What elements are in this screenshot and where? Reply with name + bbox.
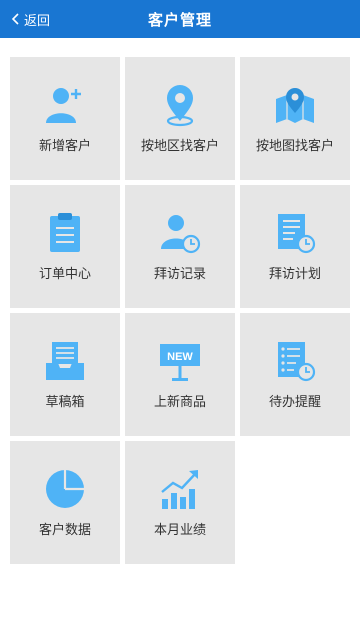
menu-tile-label: 待办提醒 xyxy=(268,395,321,410)
chevron-left-icon xyxy=(11,13,19,25)
svg-text:NEW: NEW xyxy=(167,351,193,363)
menu-tile-monthly-performance[interactable]: 本月业绩 xyxy=(125,441,235,564)
add-user-icon xyxy=(46,88,81,123)
menu-tile-new-products[interactable]: NEW 上新商品 xyxy=(125,313,235,436)
page-title: 客户管理 xyxy=(147,10,212,29)
menu-tile-add-customer[interactable]: 新增客户 xyxy=(10,57,120,180)
menu-tile-label: 客户数据 xyxy=(38,523,91,538)
document-clock-icon xyxy=(278,214,316,254)
menu-tile-visit-plan[interactable]: 拜访计划 xyxy=(240,185,350,308)
growth-chart-icon xyxy=(161,470,198,509)
menu-tile-label: 按地图找客户 xyxy=(255,139,334,154)
clipboard-icon xyxy=(50,213,80,252)
list-clock-icon xyxy=(278,342,316,382)
menu-tile-customer-data[interactable]: 客户数据 xyxy=(10,441,120,564)
app-header: 返回 客户管理 xyxy=(0,0,360,38)
menu-tile-label: 上新商品 xyxy=(153,395,206,410)
menu-tile-find-by-map[interactable]: 按地图找客户 xyxy=(240,57,350,180)
menu-tile-label: 本月业绩 xyxy=(153,523,206,538)
map-pin-icon xyxy=(276,88,314,123)
pie-chart-icon xyxy=(46,470,84,508)
new-sign-icon: NEW xyxy=(160,344,200,381)
menu-tile-visit-records[interactable]: 拜访记录 xyxy=(125,185,235,308)
inbox-tray-icon xyxy=(46,342,84,380)
menu-tile-order-center[interactable]: 订单中心 xyxy=(10,185,120,308)
menu-tile-label: 新增客户 xyxy=(38,139,91,154)
menu-tile-label: 拜访计划 xyxy=(268,267,321,282)
menu-tile-todo-reminders[interactable]: 待办提醒 xyxy=(240,313,350,436)
menu-tile-label: 拜访记录 xyxy=(153,267,206,282)
menu-tile-drafts[interactable]: 草稿箱 xyxy=(10,313,120,436)
location-pin-icon xyxy=(166,85,194,127)
user-clock-icon xyxy=(161,215,201,254)
menu-tile-label: 订单中心 xyxy=(38,267,91,282)
back-label: 返回 xyxy=(24,13,51,29)
menu-tile-label: 按地区找客户 xyxy=(140,139,219,154)
menu-tile-label: 草稿箱 xyxy=(45,395,85,410)
menu-tile-find-by-region[interactable]: 按地区找客户 xyxy=(125,57,235,180)
back-button[interactable]: 返回 xyxy=(10,0,50,38)
